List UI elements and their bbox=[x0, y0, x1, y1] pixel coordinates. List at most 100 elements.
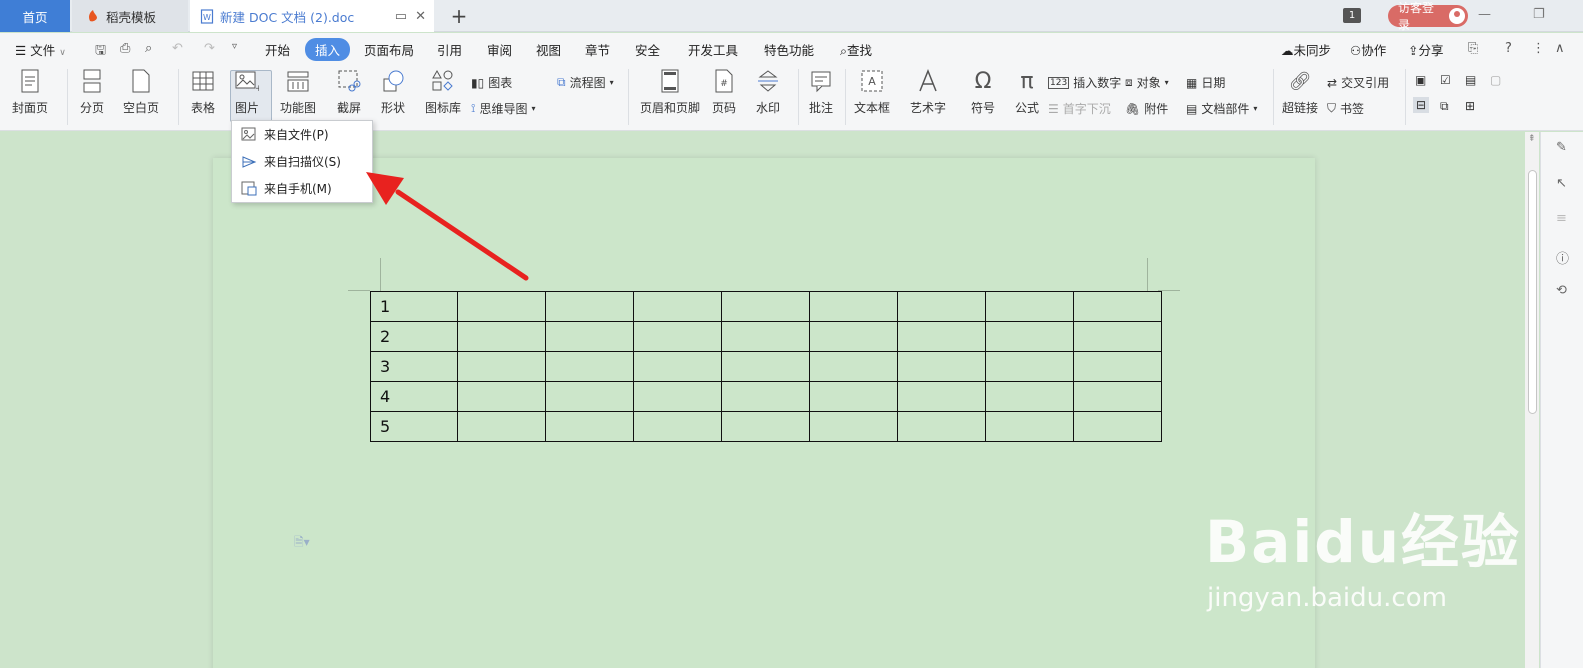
table-cell[interactable] bbox=[633, 291, 722, 322]
checkbox-control-icon[interactable]: ☑ bbox=[1440, 73, 1451, 87]
table-cell[interactable] bbox=[809, 321, 898, 352]
share-button[interactable]: ⇪分享 bbox=[1408, 40, 1444, 59]
sync-status[interactable]: ☁未同步 bbox=[1281, 40, 1331, 59]
table-cell[interactable] bbox=[457, 411, 546, 442]
table-cell[interactable] bbox=[721, 291, 810, 322]
table-cell[interactable] bbox=[545, 351, 634, 382]
style-icon[interactable]: ≡ bbox=[1556, 211, 1567, 226]
more-tools-icon[interactable]: ⎘ bbox=[1468, 41, 1478, 56]
table-cell[interactable]: 3 bbox=[370, 351, 458, 382]
menu-insert[interactable]: 插入 bbox=[305, 38, 351, 61]
table-cell[interactable] bbox=[721, 321, 810, 352]
table-cell[interactable] bbox=[457, 291, 546, 322]
menu-view[interactable]: 视图 bbox=[536, 40, 561, 59]
screenshot-button[interactable]: 截屏 bbox=[336, 67, 362, 116]
menu-references[interactable]: 引用 bbox=[437, 40, 462, 59]
formula-button[interactable]: π 公式 bbox=[1014, 67, 1040, 116]
table-cell[interactable] bbox=[721, 351, 810, 382]
table-cell[interactable] bbox=[897, 351, 986, 382]
shapes-button[interactable]: 形状 bbox=[380, 67, 406, 116]
picture-from-file-item[interactable]: 来自文件(P) bbox=[232, 121, 372, 148]
table-cell[interactable] bbox=[809, 381, 898, 412]
print-preview-icon[interactable]: ⌕ bbox=[145, 41, 152, 56]
backup-icon[interactable]: ⟲ bbox=[1556, 283, 1567, 298]
disabled-control-icon[interactable]: ▢ bbox=[1490, 73, 1501, 87]
cross-reference-button[interactable]: ⇄ 交叉引用 bbox=[1327, 74, 1389, 91]
table-cell[interactable]: 5 bbox=[370, 411, 458, 442]
function-chart-button[interactable]: 功能图 bbox=[280, 67, 316, 116]
table-cell[interactable] bbox=[545, 411, 634, 442]
table-cell[interactable] bbox=[545, 381, 634, 412]
undo-icon[interactable]: ↶ bbox=[172, 41, 183, 56]
table-cell[interactable] bbox=[897, 381, 986, 412]
menu-special[interactable]: 特色功能 bbox=[764, 40, 814, 59]
header-footer-button[interactable]: 页眉和页脚 bbox=[640, 67, 700, 116]
comment-button[interactable]: 批注 bbox=[808, 67, 834, 116]
tab-document[interactable]: W 新建 DOC 文档 (2).doc ▭ ✕ bbox=[190, 0, 434, 32]
table-cell[interactable]: 2 bbox=[370, 321, 458, 352]
menu-developer[interactable]: 开发工具 bbox=[688, 40, 738, 59]
table-cell[interactable] bbox=[1073, 381, 1162, 412]
visitor-login-button[interactable]: 访客登录 bbox=[1388, 1, 1468, 32]
menu-start[interactable]: 开始 bbox=[265, 40, 290, 59]
table-cell[interactable]: 4 bbox=[370, 381, 458, 412]
table-cell[interactable] bbox=[633, 321, 722, 352]
menu-security[interactable]: 安全 bbox=[635, 40, 660, 59]
page-number-button[interactable]: # 页码 bbox=[711, 67, 737, 116]
blank-page-button[interactable]: 空白页 bbox=[123, 67, 159, 116]
print-icon[interactable]: ⎙ bbox=[120, 41, 130, 56]
menu-review[interactable]: 审阅 bbox=[487, 40, 512, 59]
table-cell[interactable] bbox=[897, 321, 986, 352]
table-cell[interactable] bbox=[985, 351, 1074, 382]
insert-number-button[interactable]: 123 插入数字 bbox=[1048, 74, 1121, 91]
table-cell[interactable] bbox=[457, 351, 546, 382]
window-count-badge[interactable]: 1 bbox=[1343, 8, 1361, 23]
table-cell[interactable]: 1 bbox=[370, 291, 458, 322]
table-cell[interactable] bbox=[809, 411, 898, 442]
doc-parts-button[interactable]: ▤ 文档部件 ▾ bbox=[1186, 100, 1257, 117]
table-cell[interactable] bbox=[809, 291, 898, 322]
table-cell[interactable] bbox=[545, 291, 634, 322]
table-cell[interactable] bbox=[633, 351, 722, 382]
picture-from-scanner-item[interactable]: 来自扫描仪(S) bbox=[232, 148, 372, 175]
minimize-icon[interactable]: — bbox=[1478, 7, 1491, 22]
table-cell[interactable] bbox=[633, 381, 722, 412]
hyperlink-button[interactable]: 🔗︎ 超链接 bbox=[1282, 67, 1318, 116]
table-button[interactable]: 表格 bbox=[190, 67, 216, 116]
scroll-up-icon[interactable]: ⇞ bbox=[1528, 134, 1536, 144]
paste-options-icon[interactable]: 🗎▾ bbox=[294, 533, 310, 554]
picture-button[interactable]: + 图片 bbox=[234, 67, 260, 116]
table-cell[interactable] bbox=[985, 291, 1074, 322]
date-control-icon[interactable]: ⊞ bbox=[1465, 99, 1475, 113]
restore-icon[interactable]: ❐ bbox=[1533, 7, 1545, 22]
textbox-button[interactable]: A 文本框 bbox=[854, 67, 890, 116]
picture-from-phone-item[interactable]: 来自手机(M) bbox=[232, 175, 372, 202]
page-break-button[interactable]: 分页 bbox=[79, 67, 105, 116]
table-cell[interactable] bbox=[1073, 291, 1162, 322]
table-cell[interactable] bbox=[985, 321, 1074, 352]
file-menu[interactable]: ☰ 文件 ∨ bbox=[15, 40, 66, 59]
symbol-button[interactable]: Ω 符号 bbox=[970, 67, 996, 116]
table-cell[interactable] bbox=[897, 291, 986, 322]
drop-cap-button[interactable]: ☰ 首字下沉 bbox=[1048, 100, 1111, 117]
scrollbar-thumb[interactable] bbox=[1528, 170, 1537, 414]
edit-icon[interactable]: ✎ bbox=[1556, 140, 1567, 155]
float-window-icon[interactable]: ▭ bbox=[395, 9, 407, 24]
save-icon[interactable]: 🖫 bbox=[95, 41, 106, 63]
help-icon[interactable]: ? bbox=[1505, 41, 1512, 56]
flowchart-button[interactable]: ⧉ 流程图 ▾ bbox=[557, 74, 614, 91]
frame-control-icon[interactable]: ⊟ bbox=[1413, 97, 1430, 113]
table-cell[interactable] bbox=[457, 321, 546, 352]
cover-page-button[interactable]: 封面页 bbox=[12, 67, 48, 116]
table-cell[interactable] bbox=[1073, 351, 1162, 382]
icon-library-button[interactable]: 图标库 bbox=[425, 67, 461, 116]
table-cell[interactable] bbox=[545, 321, 634, 352]
close-tab-icon[interactable]: ✕ bbox=[415, 9, 426, 24]
collapse-ribbon-icon[interactable]: ∧ bbox=[1555, 41, 1565, 56]
table-cell[interactable] bbox=[985, 411, 1074, 442]
picture-control-icon[interactable]: ⧉ bbox=[1440, 99, 1449, 114]
table-cell[interactable] bbox=[721, 411, 810, 442]
quick-access-dropdown-icon[interactable]: ▿ bbox=[232, 41, 237, 52]
form-control-icon[interactable]: ▣ bbox=[1415, 73, 1426, 87]
wordart-button[interactable]: 艺术字 bbox=[910, 67, 946, 116]
